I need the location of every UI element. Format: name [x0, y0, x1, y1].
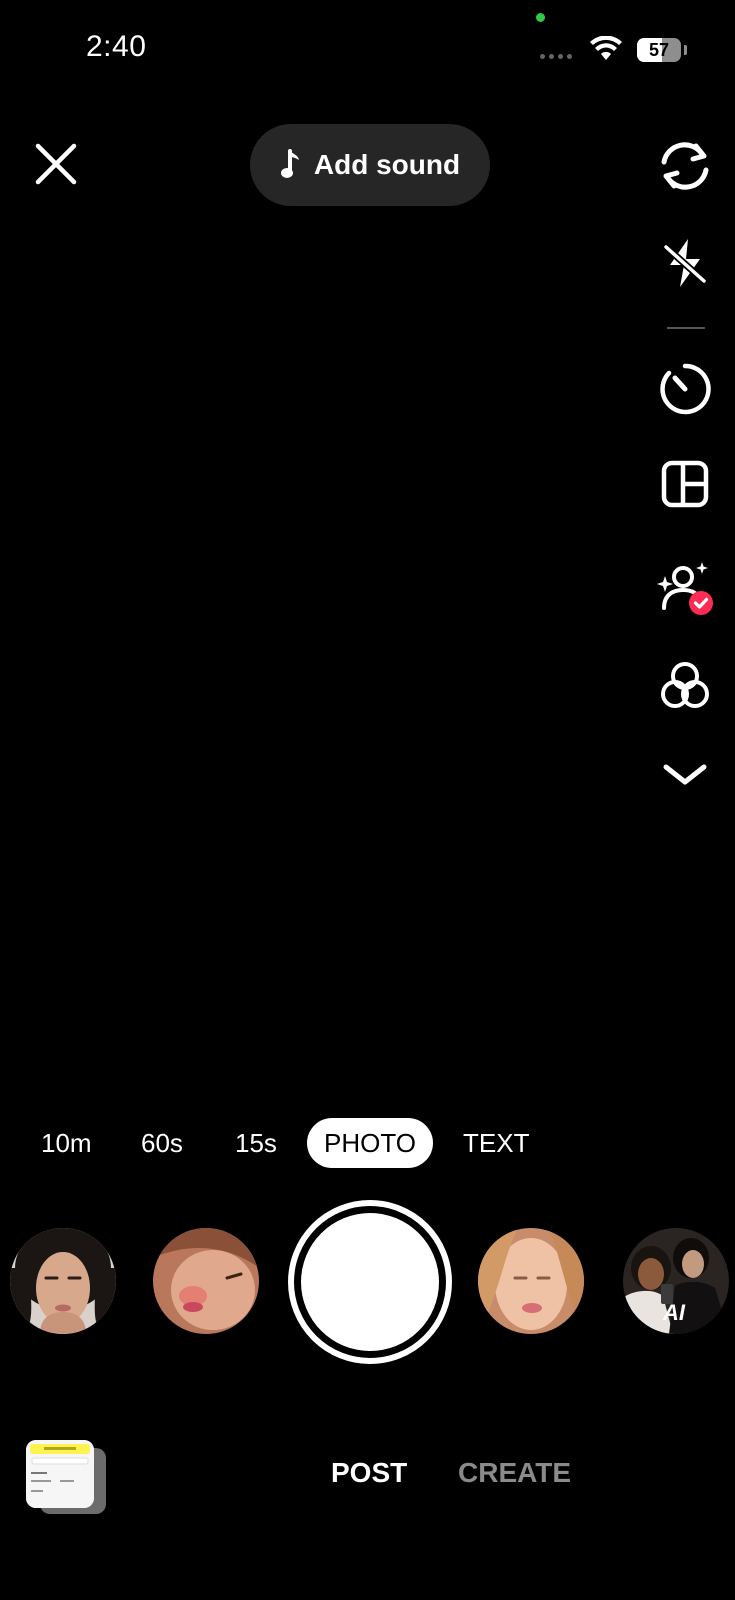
flash-off-icon	[662, 239, 708, 287]
battery-icon: 57	[637, 38, 681, 62]
effect-face-image	[153, 1228, 259, 1334]
timer-button[interactable]	[655, 362, 715, 416]
effect-face-image	[478, 1228, 584, 1334]
effect-thumbnail[interactable]	[10, 1228, 116, 1334]
layout-button[interactable]	[655, 460, 715, 508]
mode-10m[interactable]: 10m	[41, 1118, 92, 1168]
tab-post[interactable]: POST	[331, 1457, 407, 1489]
add-sound-button[interactable]: Add sound	[250, 124, 490, 206]
wifi-icon	[590, 36, 622, 60]
flash-button[interactable]	[655, 235, 715, 291]
filters-button[interactable]	[655, 660, 715, 712]
ai-badge: AI	[663, 1300, 685, 1325]
flip-camera-icon	[661, 142, 709, 190]
filters-icon	[661, 662, 709, 708]
status-time: 2:40	[86, 30, 147, 63]
mode-60s[interactable]: 60s	[141, 1118, 183, 1168]
close-icon[interactable]	[32, 140, 80, 188]
mode-15s[interactable]: 15s	[235, 1118, 277, 1168]
gallery-preview-image	[26, 1440, 94, 1508]
rail-divider	[667, 327, 705, 329]
shutter-button[interactable]	[288, 1200, 452, 1364]
camera-indicator-dot	[536, 13, 545, 22]
layout-icon	[661, 460, 709, 508]
retouch-icon	[657, 562, 713, 615]
gallery-button[interactable]	[26, 1440, 94, 1508]
mode-photo[interactable]: PHOTO	[307, 1118, 433, 1168]
retouch-button[interactable]	[655, 560, 715, 616]
battery-percent: 57	[648, 40, 670, 60]
music-note-icon	[280, 149, 299, 178]
mode-selector: 10m 60s 15s PHOTO TEXT	[0, 1118, 735, 1168]
effect-face-image	[10, 1228, 116, 1334]
effect-thumbnail[interactable]	[153, 1228, 259, 1334]
more-tools-button[interactable]	[655, 762, 715, 788]
cellular-signal-icon	[540, 54, 572, 59]
flip-camera-button[interactable]	[655, 140, 715, 192]
mode-text[interactable]: TEXT	[463, 1118, 529, 1168]
tab-create[interactable]: CREATE	[458, 1457, 571, 1489]
add-sound-label: Add sound	[313, 149, 461, 180]
timer-icon	[660, 363, 711, 415]
chevron-down-icon	[663, 764, 707, 785]
effect-thumbnail[interactable]	[478, 1228, 584, 1334]
shutter-inner	[301, 1213, 439, 1351]
effect-thumbnail-ai[interactable]: AI	[623, 1228, 729, 1334]
battery-tip	[684, 45, 687, 55]
